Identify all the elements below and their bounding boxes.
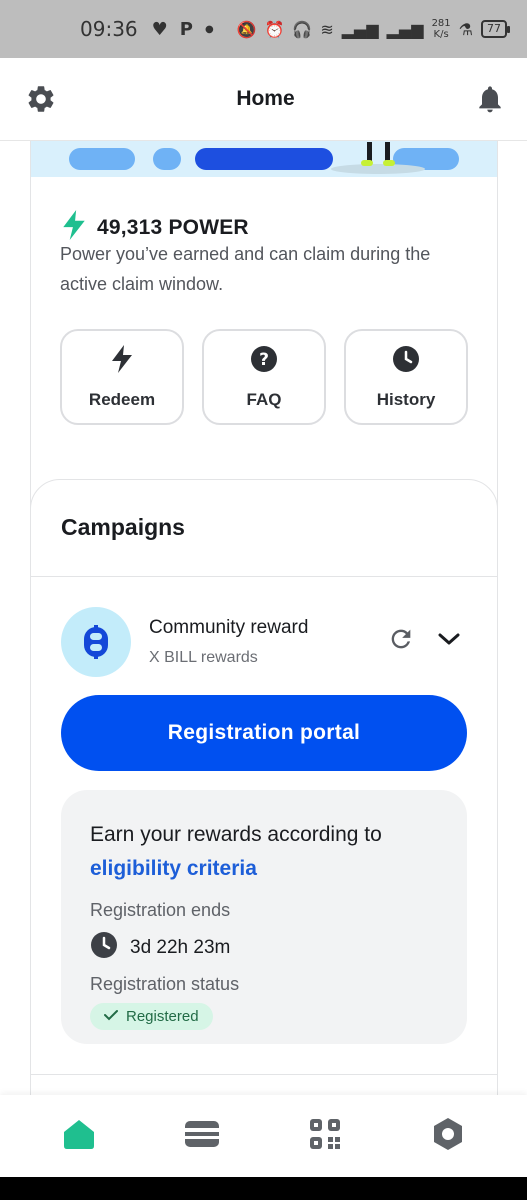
system-navigation-bar [0,1177,527,1200]
alarm-icon: ⏰ [264,19,285,39]
lightning-icon [109,344,135,378]
signal-icon: ▂▄▆ [341,19,379,39]
app-header: Home [0,58,527,141]
bottom-nav [0,1095,527,1177]
wifi-icon: ≋ [320,19,334,39]
question-icon: ? [250,345,278,378]
clock-icon [90,931,118,964]
divider [31,576,497,577]
registration-ends-label: Registration ends [90,900,231,920]
net-speed-unit: K/s [433,29,449,40]
divider [31,1074,497,1075]
power-description: Power you’ve earned and can claim during… [60,244,431,294]
home-icon [62,1118,96,1155]
battery-icon: 77 [481,20,510,38]
banner-shadow [331,164,425,174]
eligibility-info: Earn your rewards according to eligibili… [61,790,467,1044]
status-bar: 09:36 ♥ P ● 🔕 ⏰ 🎧 ≋ ▂▄▆ ▂▄▆ 281 K/s ⚗ 77 [0,0,527,58]
history-button[interactable]: History [344,329,468,425]
faq-button[interactable]: ? FAQ [202,329,326,425]
redeem-button[interactable]: Redeem [60,329,184,425]
chevron-down-icon[interactable] [436,628,462,655]
bill-coin-icon [61,607,131,677]
power-actions: Redeem ? FAQ History [60,329,468,425]
registration-ends-value: 3d 22h 23m [130,936,231,958]
banner-shape [153,148,181,170]
power-value: 49,313 POWER [97,215,249,239]
faq-label: FAQ [246,389,282,409]
mute-icon: 🔕 [236,19,257,39]
svg-text:?: ? [259,350,269,370]
dot-icon: ● [204,23,214,35]
clock-icon [392,345,420,378]
banner-figure-leg [367,142,372,162]
wallet-icon [184,1119,220,1154]
campaign-name: Community reward [149,617,309,638]
nav-home[interactable] [49,1106,109,1166]
status-time: 09:36 [80,17,138,41]
refresh-icon[interactable] [387,625,415,658]
net-speed-value: 281 [431,18,451,29]
eligibility-criteria-link[interactable]: eligibility criteria [90,852,439,886]
promo-banner-illustration [31,141,497,177]
status-badge-label: Registered [126,1008,199,1025]
banner-shape [69,148,135,170]
signal-icon: ▂▄▆ [386,19,424,39]
parking-icon: P [179,18,193,40]
registration-portal-button[interactable]: Registration portal [61,695,467,771]
net-speed: 281 K/s [432,18,451,40]
registration-timer: 3d 22h 23m [90,931,439,964]
redeem-label: Redeem [88,389,156,409]
bell-icon[interactable] [473,82,507,116]
home-content[interactable]: 49,313 POWER Power you’ve earned and can… [0,141,527,1095]
page-title: Home [236,87,295,110]
campaigns-card: Campaigns Community reward X BILL reward… [30,479,498,1095]
banner-figure-shoe [383,160,395,166]
campaign-subtitle: X BILL rewards [149,649,258,666]
nav-settings[interactable] [418,1106,478,1166]
nav-wallet[interactable] [172,1106,232,1166]
registration-status-label: Registration status [90,974,240,994]
campaigns-title: Campaigns [61,514,185,540]
banner-shape [195,148,333,170]
qr-code-icon [309,1118,341,1155]
earn-text: Earn your rewards according to [90,823,382,846]
heart-monitor-icon: ♥ [151,18,168,40]
status-icons: 🔕 ⏰ 🎧 ≋ ▂▄▆ ▂▄▆ 281 K/s ⚗ 77 [236,18,510,40]
gear-icon[interactable] [24,82,58,116]
headset-icon: 🎧 [292,19,313,39]
history-label: History [376,389,436,409]
settings-icon [431,1117,465,1156]
banner-figure-shoe [361,160,373,166]
check-icon [104,1008,118,1025]
nav-qr[interactable] [295,1106,355,1166]
status-badge: Registered [90,1003,213,1030]
lab-icon: ⚗ [458,19,473,39]
banner-figure-leg [385,142,390,162]
